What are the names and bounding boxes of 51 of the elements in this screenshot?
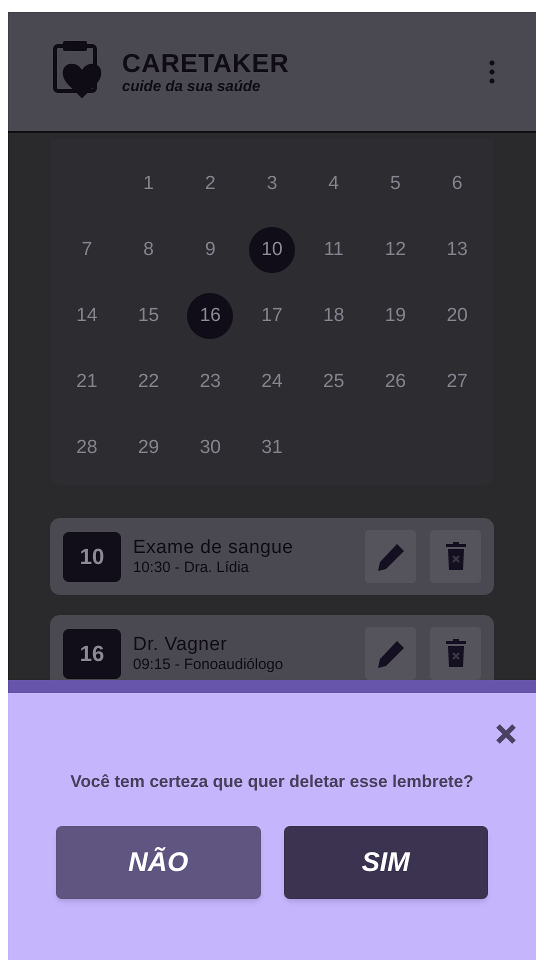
reminder-detail: 10:30 - Dra. Lídia [133,558,250,576]
calendar-day[interactable]: 2 [200,170,220,198]
calendar-day[interactable]: 11 [320,236,348,264]
calendar-day[interactable]: 16 [187,293,234,339]
calendar-day[interactable]: 7 [78,236,96,264]
calendar-day[interactable]: 27 [442,368,472,396]
trash-icon [444,542,466,572]
calendar-day[interactable]: 4 [324,170,343,198]
trash-icon [444,638,466,668]
calendar-day[interactable]: 1 [139,170,158,198]
calendar-day[interactable]: 5 [386,170,405,198]
calendar-day[interactable]: 29 [134,434,164,462]
calendar-day[interactable]: 25 [319,368,348,396]
app-title: CARETAKER [122,48,290,78]
calendar-day[interactable]: 6 [448,170,466,198]
calendar-day[interactable]: 26 [380,368,410,396]
reminder-detail: 09:15 - Fonoaudiólogo [133,656,284,674]
more-icon [489,60,495,84]
calendar-day[interactable]: 22 [134,368,164,396]
confirm-message: Você tem certeza que quer deletar esse lembrete? [69,771,475,793]
calendar-day[interactable]: 9 [200,236,220,264]
calendar-day[interactable]: 28 [72,434,102,462]
calendar-day[interactable]: 3 [262,170,282,198]
calendar-day[interactable]: 14 [72,302,102,330]
delete-button[interactable] [430,530,481,583]
calendar-day[interactable]: 12 [380,236,410,264]
calendar-day[interactable]: 17 [257,302,287,330]
close-icon [495,723,517,745]
calendar-day[interactable]: 24 [257,368,287,396]
calendar-day[interactable]: 23 [196,368,225,396]
close-button[interactable] [494,722,518,746]
calendar-day[interactable]: 10 [248,227,295,273]
reminder-title: Exame de sangue [133,536,294,558]
app-subtitle: cuide da sua saúde [122,78,262,96]
calendar-day[interactable]: 20 [442,302,472,330]
calendar-day[interactable]: 30 [196,434,225,462]
delete-button[interactable] [430,627,481,680]
confirm-button[interactable]: SIM [284,826,488,899]
calendar-day[interactable]: 8 [139,236,158,264]
edit-button[interactable] [365,530,416,583]
reminder-title: Dr. Vagner [133,634,228,656]
calendar-day[interactable]: 15 [134,302,164,330]
calendar-day[interactable]: 13 [442,236,472,264]
reminder-date: 16 [63,628,121,678]
edit-button[interactable] [365,627,416,680]
calendar-day[interactable]: 19 [380,302,410,330]
calendar-day[interactable]: 21 [72,368,102,396]
reminder-date: 10 [63,532,121,582]
cancel-button[interactable]: NÃO [56,826,260,899]
calendar-day[interactable]: 31 [257,434,287,462]
calendar-day[interactable]: 18 [319,302,348,330]
